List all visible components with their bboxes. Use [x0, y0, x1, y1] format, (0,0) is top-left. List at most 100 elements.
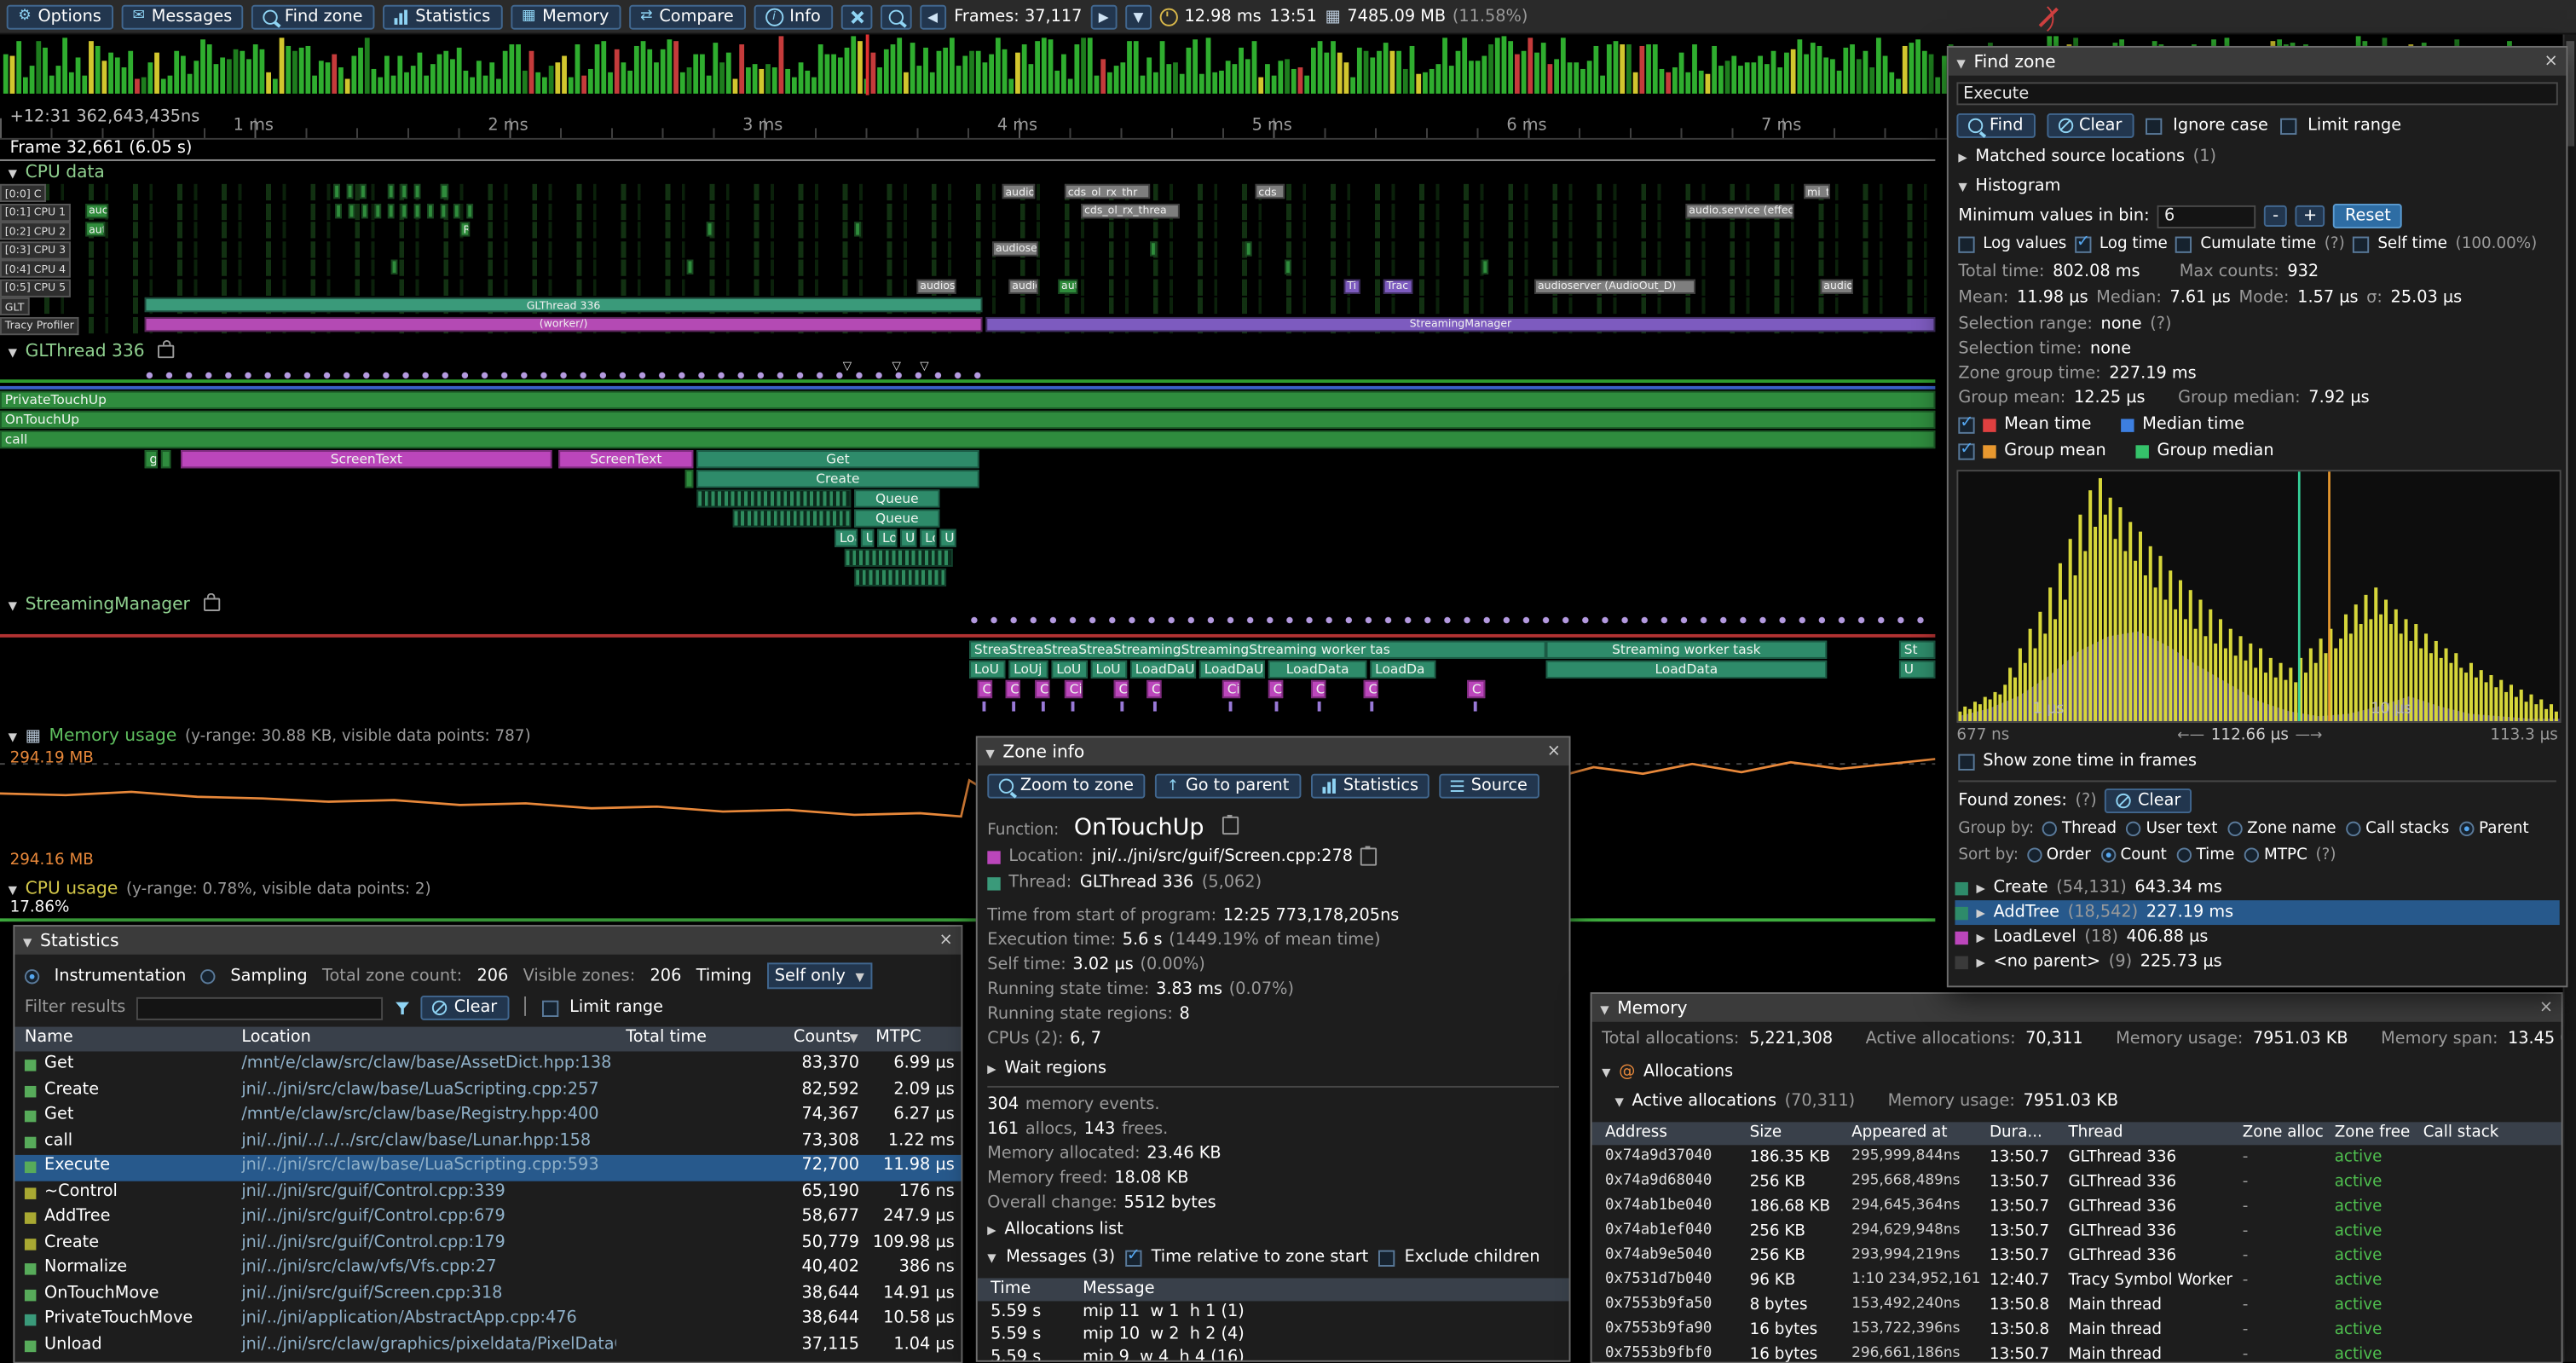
zone-segment[interactable]: [414, 203, 421, 217]
frame-bar[interactable]: [1653, 44, 1657, 94]
frame-bar[interactable]: [1784, 52, 1788, 94]
frame-bar[interactable]: [983, 61, 987, 93]
zone-segment[interactable]: Ci: [1222, 680, 1240, 698]
frame-bar[interactable]: [765, 64, 770, 94]
zone-segment[interactable]: C: [1311, 680, 1326, 698]
frame-bar[interactable]: [581, 76, 586, 94]
frame-bar[interactable]: [687, 67, 691, 94]
zone-segment[interactable]: LoU: [1091, 661, 1127, 679]
ignore-case-checkbox[interactable]: [2145, 118, 2161, 134]
find-zone-button[interactable]: Find zone: [251, 4, 374, 29]
frame-bar[interactable]: [280, 38, 284, 94]
group-mean-checkbox[interactable]: [1958, 442, 1974, 459]
increment-button[interactable]: +: [2295, 205, 2325, 227]
frame-bar[interactable]: [1666, 72, 1670, 93]
frame-bar[interactable]: [1193, 39, 1197, 94]
zone-segment[interactable]: LoadDaU: [1130, 661, 1196, 679]
frame-bar[interactable]: [516, 43, 520, 93]
message-dots[interactable]: [969, 616, 1935, 625]
zone-segment[interactable]: [333, 184, 340, 199]
allocation-row[interactable]: 0x7531d7b04096 KB1:10 234,952,16112:40.7…: [1592, 1270, 2563, 1295]
frame-bar[interactable]: [805, 72, 809, 94]
frame-bar[interactable]: [897, 38, 901, 94]
group-by-zone-name-radio[interactable]: [2227, 822, 2242, 836]
limit-range-checkbox[interactable]: [541, 1000, 557, 1016]
frame-bar[interactable]: [1534, 52, 1539, 94]
frame-bar[interactable]: [601, 40, 605, 93]
zone-segment[interactable]: mi_ti: [1804, 184, 1830, 199]
stats-row[interactable]: PrivateTouchMovejni/../jni/application/A…: [14, 1308, 962, 1333]
frame-bar[interactable]: [1146, 57, 1151, 94]
cpu-data-header[interactable]: CPU data: [9, 163, 105, 182]
frame-bar[interactable]: [1725, 61, 1730, 94]
frame-bar[interactable]: [719, 63, 724, 94]
frame-bar[interactable]: [523, 72, 527, 94]
frame-bar[interactable]: [260, 49, 264, 94]
frame-bar[interactable]: [1364, 50, 1368, 93]
zone-segment[interactable]: auc: [85, 203, 108, 217]
glthread-header[interactable]: GLThread 336: [9, 342, 175, 361]
frame-bar[interactable]: [23, 77, 27, 94]
frame-bar[interactable]: [1120, 62, 1124, 94]
info-button[interactable]: iInfo: [754, 4, 832, 29]
frame-bar[interactable]: [108, 52, 113, 93]
zone-segment[interactable]: R: [460, 222, 471, 236]
frame-bar[interactable]: [1081, 37, 1085, 93]
frame-bar[interactable]: [227, 58, 231, 93]
cpu-row[interactable]: [0:4] CPU 4: [0, 260, 1935, 276]
frame-bar[interactable]: [1574, 62, 1578, 94]
allocation-row[interactable]: 0x74ab1be040186.68 KB294,645,364ns13:50.…: [1592, 1196, 2563, 1221]
frame-bar[interactable]: [1304, 75, 1308, 94]
frame-bar[interactable]: [1515, 55, 1519, 94]
zone-segment[interactable]: [414, 184, 421, 199]
frame-bar[interactable]: [424, 76, 428, 94]
frame-bar[interactable]: [1706, 73, 1710, 94]
frame-bar[interactable]: [529, 50, 534, 94]
zone-segment[interactable]: C: [1006, 680, 1020, 698]
frame-bar[interactable]: [1731, 56, 1736, 94]
zone-segment[interactable]: [441, 184, 449, 199]
frame-bar[interactable]: [1580, 68, 1585, 94]
frame-bar[interactable]: [95, 45, 100, 93]
zone-segment[interactable]: cds_ol_rx_threa: [1081, 203, 1180, 217]
frame-bar[interactable]: [489, 63, 494, 94]
allocations-table-header[interactable]: Address Size Appeared at Dura... Thread …: [1592, 1122, 2562, 1145]
active-allocations-toggle[interactable]: Active allocations(70,311)Memory usage:7…: [1615, 1093, 2119, 1111]
zone-segment[interactable]: audiose: [916, 279, 956, 293]
frame-bar[interactable]: [759, 69, 763, 94]
frame-bar[interactable]: [101, 61, 106, 94]
frame-bar[interactable]: [1350, 77, 1354, 94]
frame-bar[interactable]: [884, 49, 888, 94]
allocation-row[interactable]: 0x7553b9fa9016 bytes153,722,396ns13:50.8…: [1592, 1320, 2563, 1344]
frame-bar[interactable]: [43, 48, 47, 94]
frame-bar[interactable]: [319, 61, 323, 94]
zone-segment[interactable]: C: [978, 680, 992, 698]
frame-bar[interactable]: [634, 47, 638, 94]
zone-segment[interactable]: [349, 203, 355, 217]
frame-bar[interactable]: [292, 51, 297, 94]
histogram-toggle[interactable]: Histogram: [1958, 177, 2556, 195]
zone-segment[interactable]: LoadDaU: [1199, 661, 1265, 679]
memory-button[interactable]: ▦Memory: [510, 4, 620, 29]
filter-input[interactable]: [137, 996, 384, 1019]
message-row[interactable]: 5.59 smip 11 w 1 h 1 (1): [978, 1302, 1569, 1325]
zone-segment[interactable]: C: [1364, 680, 1378, 698]
clear-filter-button[interactable]: Clear: [421, 996, 508, 1020]
frame-bar[interactable]: [1456, 50, 1460, 94]
frame-bar[interactable]: [89, 41, 93, 94]
frame-bar[interactable]: [1929, 54, 1933, 94]
frame-bar[interactable]: [1403, 70, 1407, 94]
frame-bar[interactable]: [1541, 43, 1545, 94]
frame-bar[interactable]: [1863, 51, 1868, 94]
frame-bar[interactable]: [1278, 60, 1282, 94]
frame-bar[interactable]: [168, 75, 172, 94]
stats-row[interactable]: Createjni/../jni/src/guif/Control.cpp:17…: [14, 1232, 962, 1257]
frame-bar[interactable]: [122, 66, 126, 94]
expand-icon[interactable]: [1977, 904, 1985, 921]
stats-row[interactable]: OnTouchMovejni/../jni/src/guif/Screen.cp…: [14, 1282, 962, 1308]
frame-bar[interactable]: [3, 55, 8, 94]
frame-bar[interactable]: [1462, 38, 1466, 94]
prev-frame-button[interactable]: [919, 4, 945, 29]
frame-bar[interactable]: [1488, 43, 1493, 94]
source-button[interactable]: Source: [1440, 774, 1539, 799]
